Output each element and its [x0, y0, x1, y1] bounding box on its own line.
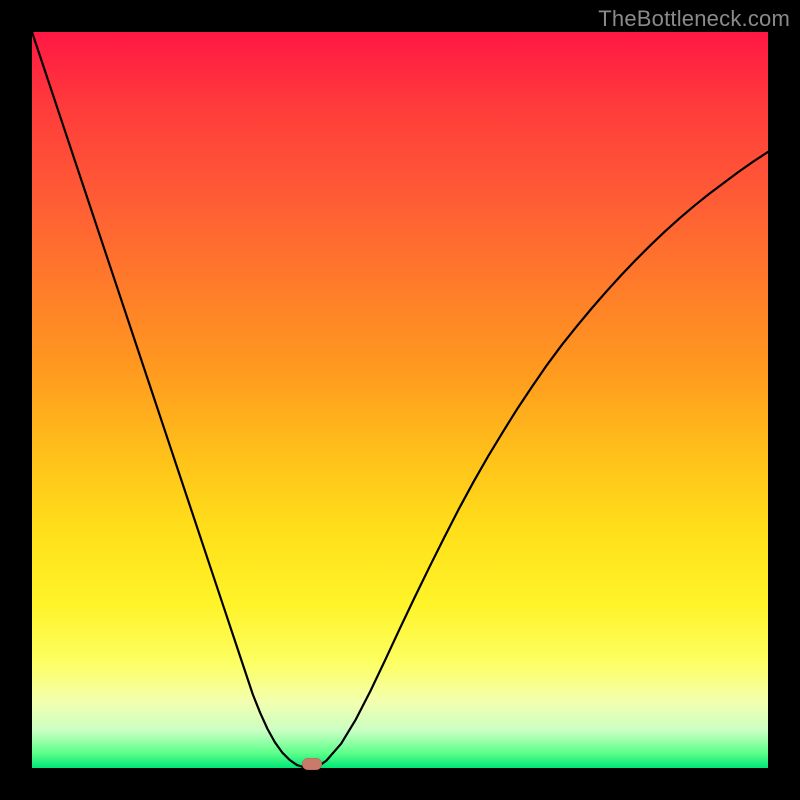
- watermark-text: TheBottleneck.com: [598, 6, 790, 32]
- bottleneck-curve: [32, 32, 768, 768]
- plot-area: [32, 32, 768, 768]
- minimum-marker: [302, 758, 322, 770]
- chart-frame: TheBottleneck.com: [0, 0, 800, 800]
- curve-svg: [32, 32, 768, 768]
